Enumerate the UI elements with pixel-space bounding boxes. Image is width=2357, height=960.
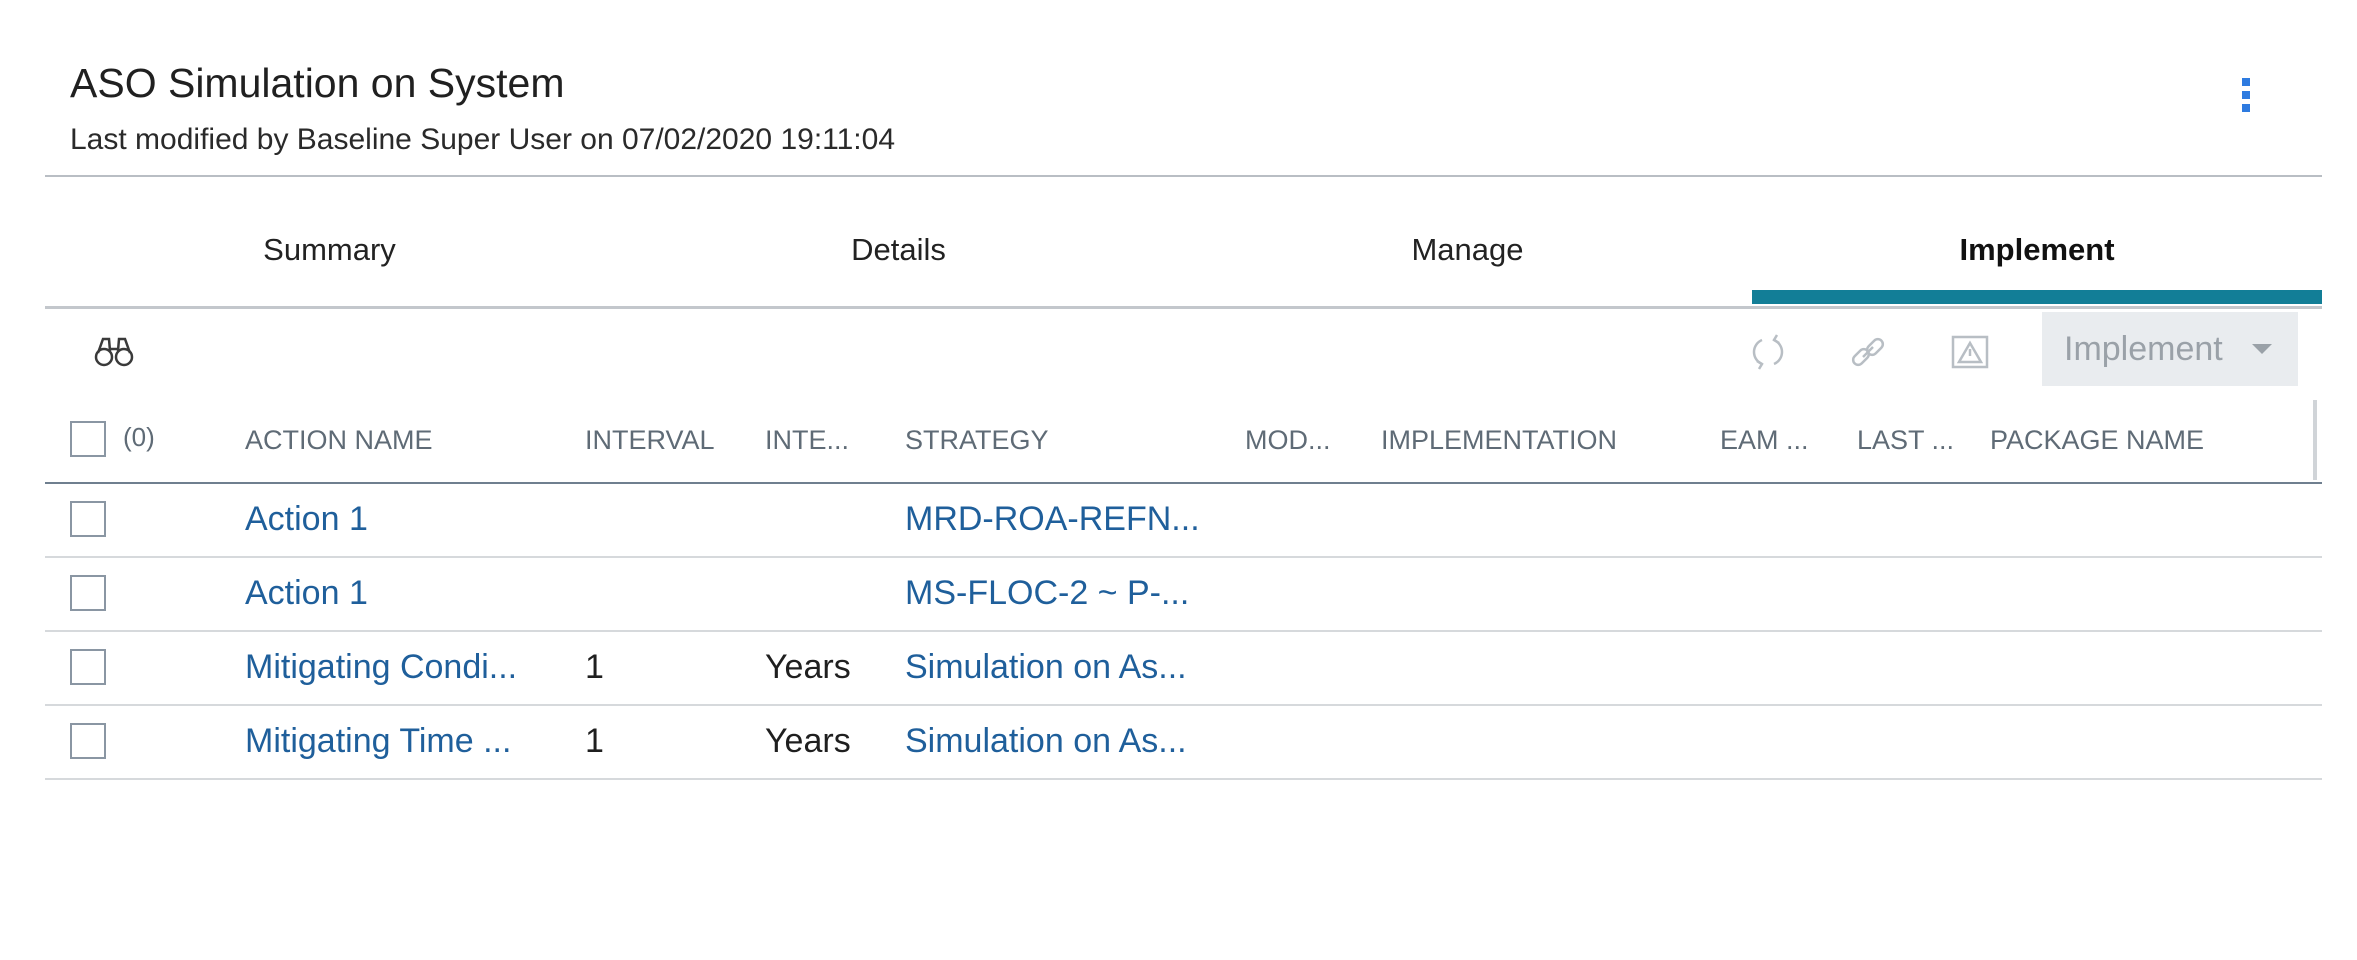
tab-details[interactable]: Details bbox=[614, 212, 1183, 304]
interval-units-cell: Years bbox=[765, 722, 851, 760]
tab-implement[interactable]: Implement bbox=[1752, 212, 2322, 304]
row-checkbox[interactable] bbox=[70, 501, 106, 537]
select-all-checkbox[interactable] bbox=[70, 421, 106, 457]
column-header-strategy[interactable]: STRATEGY bbox=[905, 425, 1049, 456]
grid-header-row: (0) ACTION NAME INTERVAL INTE... STRATEG… bbox=[45, 400, 2322, 484]
table-row: Mitigating Time ... 1 Years Simulation o… bbox=[45, 706, 2322, 780]
column-header-action-name[interactable]: ACTION NAME bbox=[245, 425, 433, 456]
strategy-link[interactable]: Simulation on As... bbox=[905, 648, 1187, 687]
tab-manage-label: Manage bbox=[1411, 232, 1524, 267]
row-checkbox[interactable] bbox=[70, 723, 106, 759]
column-header-package-name[interactable]: PACKAGE NAME bbox=[1990, 425, 2204, 456]
actions-grid: (0) ACTION NAME INTERVAL INTE... STRATEG… bbox=[45, 400, 2322, 780]
more-options-icon[interactable] bbox=[2240, 78, 2252, 116]
tab-summary-label: Summary bbox=[263, 232, 396, 267]
refresh-icon[interactable] bbox=[1742, 326, 1794, 378]
column-header-mod[interactable]: MOD... bbox=[1245, 425, 1331, 456]
tab-bar: Summary Details Manage Implement bbox=[45, 212, 2322, 308]
last-modified-text: Last modified by Baseline Super User on … bbox=[70, 123, 895, 156]
row-checkbox[interactable] bbox=[70, 649, 106, 685]
chevron-down-icon bbox=[2252, 344, 2272, 354]
active-tab-indicator bbox=[1752, 290, 2322, 304]
tab-divider bbox=[45, 306, 2322, 309]
warning-image-icon[interactable] bbox=[1944, 326, 1996, 378]
action-name-link[interactable]: Mitigating Condi... bbox=[245, 648, 517, 687]
strategy-link[interactable]: MRD-ROA-REFN... bbox=[905, 500, 1200, 539]
table-row: Mitigating Condi... 1 Years Simulation o… bbox=[45, 632, 2322, 706]
column-header-interval-units[interactable]: INTE... bbox=[765, 425, 849, 456]
strategy-link[interactable]: MS-FLOC-2 ~ P-... bbox=[905, 574, 1189, 613]
page-header: ASO Simulation on System Last modified b… bbox=[70, 56, 895, 160]
grid-scrollbar[interactable] bbox=[2313, 400, 2317, 480]
strategy-link[interactable]: Simulation on As... bbox=[905, 722, 1187, 761]
column-header-last[interactable]: LAST ... bbox=[1857, 425, 1954, 456]
row-checkbox[interactable] bbox=[70, 575, 106, 611]
interval-units-cell: Years bbox=[765, 648, 851, 686]
implement-button-label: Implement bbox=[2064, 330, 2223, 368]
implement-dropdown-button[interactable]: Implement bbox=[2042, 312, 2298, 386]
action-name-link[interactable]: Action 1 bbox=[245, 574, 368, 613]
header-divider bbox=[45, 175, 2322, 177]
binoculars-icon[interactable] bbox=[88, 326, 140, 378]
table-row: Action 1 MRD-ROA-REFN... bbox=[45, 484, 2322, 558]
page-title: ASO Simulation on System bbox=[70, 60, 565, 106]
interval-cell: 1 bbox=[585, 722, 604, 760]
tab-summary[interactable]: Summary bbox=[45, 212, 614, 304]
action-name-link[interactable]: Mitigating Time ... bbox=[245, 722, 511, 761]
column-header-eam[interactable]: EAM ... bbox=[1720, 425, 1809, 456]
link-icon[interactable] bbox=[1842, 326, 1894, 378]
table-row: Action 1 MS-FLOC-2 ~ P-... bbox=[45, 558, 2322, 632]
column-header-implementation[interactable]: IMPLEMENTATION bbox=[1381, 425, 1617, 456]
tab-manage[interactable]: Manage bbox=[1183, 212, 1752, 304]
action-name-link[interactable]: Action 1 bbox=[245, 500, 368, 539]
column-header-interval[interactable]: INTERVAL bbox=[585, 425, 715, 456]
interval-cell: 1 bbox=[585, 648, 604, 686]
tab-implement-label: Implement bbox=[1959, 232, 2115, 267]
selected-count: (0) bbox=[123, 422, 155, 452]
tab-details-label: Details bbox=[851, 232, 946, 267]
